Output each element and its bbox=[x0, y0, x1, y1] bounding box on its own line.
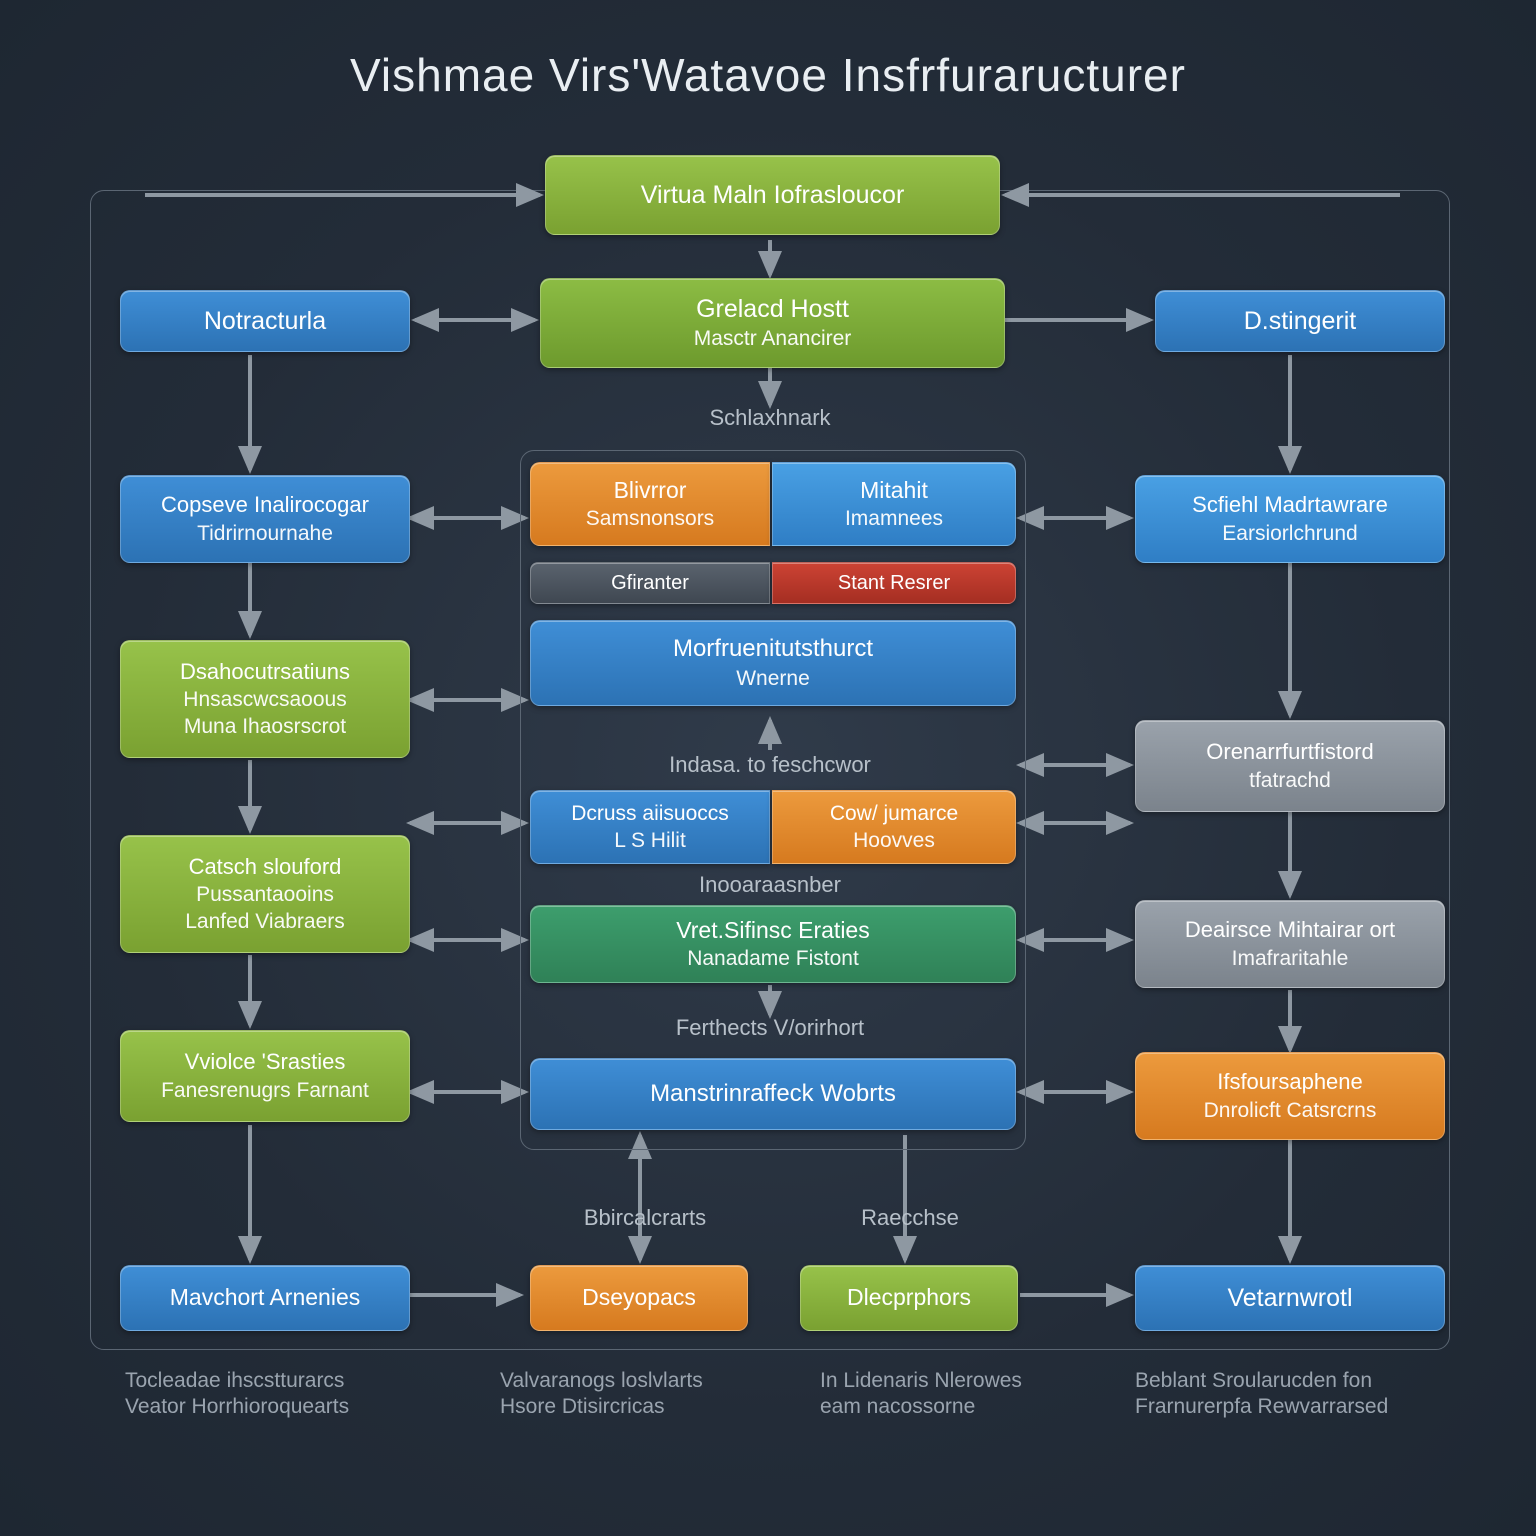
caption-b: Valvaranogs loslvlarts Hsore Dtisircrica… bbox=[500, 1368, 820, 1421]
node-center-6: Manstrinraffeck Wobrts bbox=[530, 1058, 1016, 1130]
label: Muna Ihaosrscrot bbox=[180, 714, 350, 739]
label-c4-under: Inooaraasnber bbox=[640, 872, 900, 898]
node-center-3: Morfruenitutsthurct Wnerne bbox=[530, 620, 1016, 706]
node-left-6: Mavchort Arnenies bbox=[120, 1265, 410, 1331]
caption-a: Tocleadae ihscstturarcs Veator Horrhioro… bbox=[125, 1368, 445, 1421]
label: Hoovves bbox=[830, 828, 958, 853]
node-center-1a: Blivrror Samsnonsors bbox=[530, 462, 770, 546]
label-c3-under: Indasa. to feschcwor bbox=[610, 752, 930, 778]
label: Copseve Inalirocogar bbox=[161, 492, 369, 518]
label: Ifsfoursaphene bbox=[1204, 1069, 1377, 1095]
label-c7a-over: Bbircalcrarts bbox=[545, 1205, 745, 1231]
label: Mitahit bbox=[845, 477, 943, 505]
page-title: Vishmae Virs'Watavoe Insfrfuraructurer bbox=[0, 48, 1536, 102]
label: L S Hilit bbox=[571, 828, 729, 853]
node-center-7b: Dlecprphors bbox=[800, 1265, 1018, 1331]
label: Lanfed Viabraers bbox=[185, 909, 345, 934]
label: eam nacossorne bbox=[820, 1395, 975, 1418]
node-center-5: Vret.Sifinsc Eraties Nanadame Fistont bbox=[530, 905, 1016, 983]
node-host: Grelacd Hostt Masctr Anancirer bbox=[540, 278, 1005, 368]
label-c5-under: Ferthects V/orirhort bbox=[630, 1015, 910, 1041]
node-right-4: Deairsce Mihtairar ort Imafraritahle bbox=[1135, 900, 1445, 988]
label: Imamnees bbox=[845, 506, 943, 531]
label: Samsnonsors bbox=[586, 506, 714, 531]
node-center-7a: Dseyopacs bbox=[530, 1265, 748, 1331]
label: Gfiranter bbox=[611, 571, 689, 595]
label: Vret.Sifinsc Eraties bbox=[676, 917, 869, 945]
node-center-4b: Cow/ jumarce Hoovves bbox=[772, 790, 1016, 864]
label: Orenarrfurtfistord bbox=[1206, 739, 1374, 765]
node-right-2: Scfiehl Madrtawrare Earsiorlchrund bbox=[1135, 475, 1445, 563]
label: Dcruss aiisuoccs bbox=[571, 801, 729, 826]
label: Beblant Sroularucden fon bbox=[1135, 1369, 1372, 1392]
label-c7b-over: Raecchse bbox=[820, 1205, 1000, 1231]
label: Frarnurerpfa Rewvarrarsed bbox=[1135, 1395, 1388, 1418]
label: tfatrachd bbox=[1206, 768, 1374, 793]
node-center-2a: Gfiranter bbox=[530, 562, 770, 604]
label: Earsiorlchrund bbox=[1192, 521, 1388, 546]
caption-d: Beblant Sroularucden fon Frarnurerpfa Re… bbox=[1135, 1368, 1465, 1421]
node-right-5: Ifsfoursaphene Dnrolicft Catsrcrns bbox=[1135, 1052, 1445, 1140]
label: Tidrirnournahe bbox=[161, 521, 369, 546]
label: Catsch slouford bbox=[185, 854, 345, 880]
label: Fanesrenugrs Farnant bbox=[161, 1078, 369, 1103]
node-left-5: Vviolce 'Srasties Fanesrenugrs Farnant bbox=[120, 1030, 410, 1122]
label: Masctr Anancirer bbox=[694, 326, 852, 351]
diagram-canvas: Vishmae Virs'Watavoe Insfrfuraructurer bbox=[0, 0, 1536, 1536]
label: Cow/ jumarce bbox=[830, 801, 958, 826]
node-center-1b: Mitahit Imamnees bbox=[772, 462, 1016, 546]
label: Grelacd Hostt bbox=[694, 294, 852, 324]
label: Scfiehl Madrtawrare bbox=[1192, 492, 1388, 518]
label: Veator Horrhioroquearts bbox=[125, 1395, 349, 1418]
label: Valvaranogs loslvlarts bbox=[500, 1369, 703, 1392]
label: Vviolce 'Srasties bbox=[161, 1049, 369, 1075]
node-left-1: Notracturla bbox=[120, 290, 410, 352]
label: Hsore Dtisircricas bbox=[500, 1395, 665, 1418]
label: Virtua Maln Iofrasloucor bbox=[641, 180, 905, 210]
label: Blivrror bbox=[586, 477, 714, 505]
label: Hnsascwcsaoous bbox=[180, 687, 350, 712]
label: Mavchort Arnenies bbox=[170, 1284, 360, 1312]
label: Pussantaooins bbox=[185, 882, 345, 907]
label-under-host: Schlaxhnark bbox=[660, 405, 880, 431]
label: In Lidenaris Nlerowes bbox=[820, 1369, 1022, 1392]
node-main: Virtua Maln Iofrasloucor bbox=[545, 155, 1000, 235]
node-right-3: Orenarrfurtfistord tfatrachd bbox=[1135, 720, 1445, 812]
node-right-1: D.stingerit bbox=[1155, 290, 1445, 352]
label: Stant Resrer bbox=[838, 571, 950, 595]
node-center-4a: Dcruss aiisuoccs L S Hilit bbox=[530, 790, 770, 864]
label: Manstrinraffeck Wobrts bbox=[650, 1080, 896, 1109]
node-right-6: Vetarnwrotl bbox=[1135, 1265, 1445, 1331]
node-left-3: Dsahocutrsatiuns Hnsascwcsaoous Muna Iha… bbox=[120, 640, 410, 758]
label: Vetarnwrotl bbox=[1227, 1283, 1352, 1313]
label: Tocleadae ihscstturarcs bbox=[125, 1369, 344, 1392]
label: Wnerne bbox=[673, 666, 873, 691]
label: Dseyopacs bbox=[582, 1284, 696, 1312]
label: Imafraritahle bbox=[1185, 946, 1395, 971]
label: Morfruenitutsthurct bbox=[673, 635, 873, 664]
label: Deairsce Mihtairar ort bbox=[1185, 917, 1395, 943]
node-center-2b: Stant Resrer bbox=[772, 562, 1016, 604]
label: Dlecprphors bbox=[847, 1284, 971, 1312]
label: D.stingerit bbox=[1244, 306, 1357, 336]
node-left-2: Copseve Inalirocogar Tidrirnournahe bbox=[120, 475, 410, 563]
label: Notracturla bbox=[204, 306, 326, 336]
node-left-4: Catsch slouford Pussantaooins Lanfed Via… bbox=[120, 835, 410, 953]
caption-c: In Lidenaris Nlerowes eam nacossorne bbox=[820, 1368, 1120, 1421]
label: Nanadame Fistont bbox=[676, 946, 869, 971]
label: Dnrolicft Catsrcrns bbox=[1204, 1098, 1377, 1123]
label: Dsahocutrsatiuns bbox=[180, 659, 350, 685]
